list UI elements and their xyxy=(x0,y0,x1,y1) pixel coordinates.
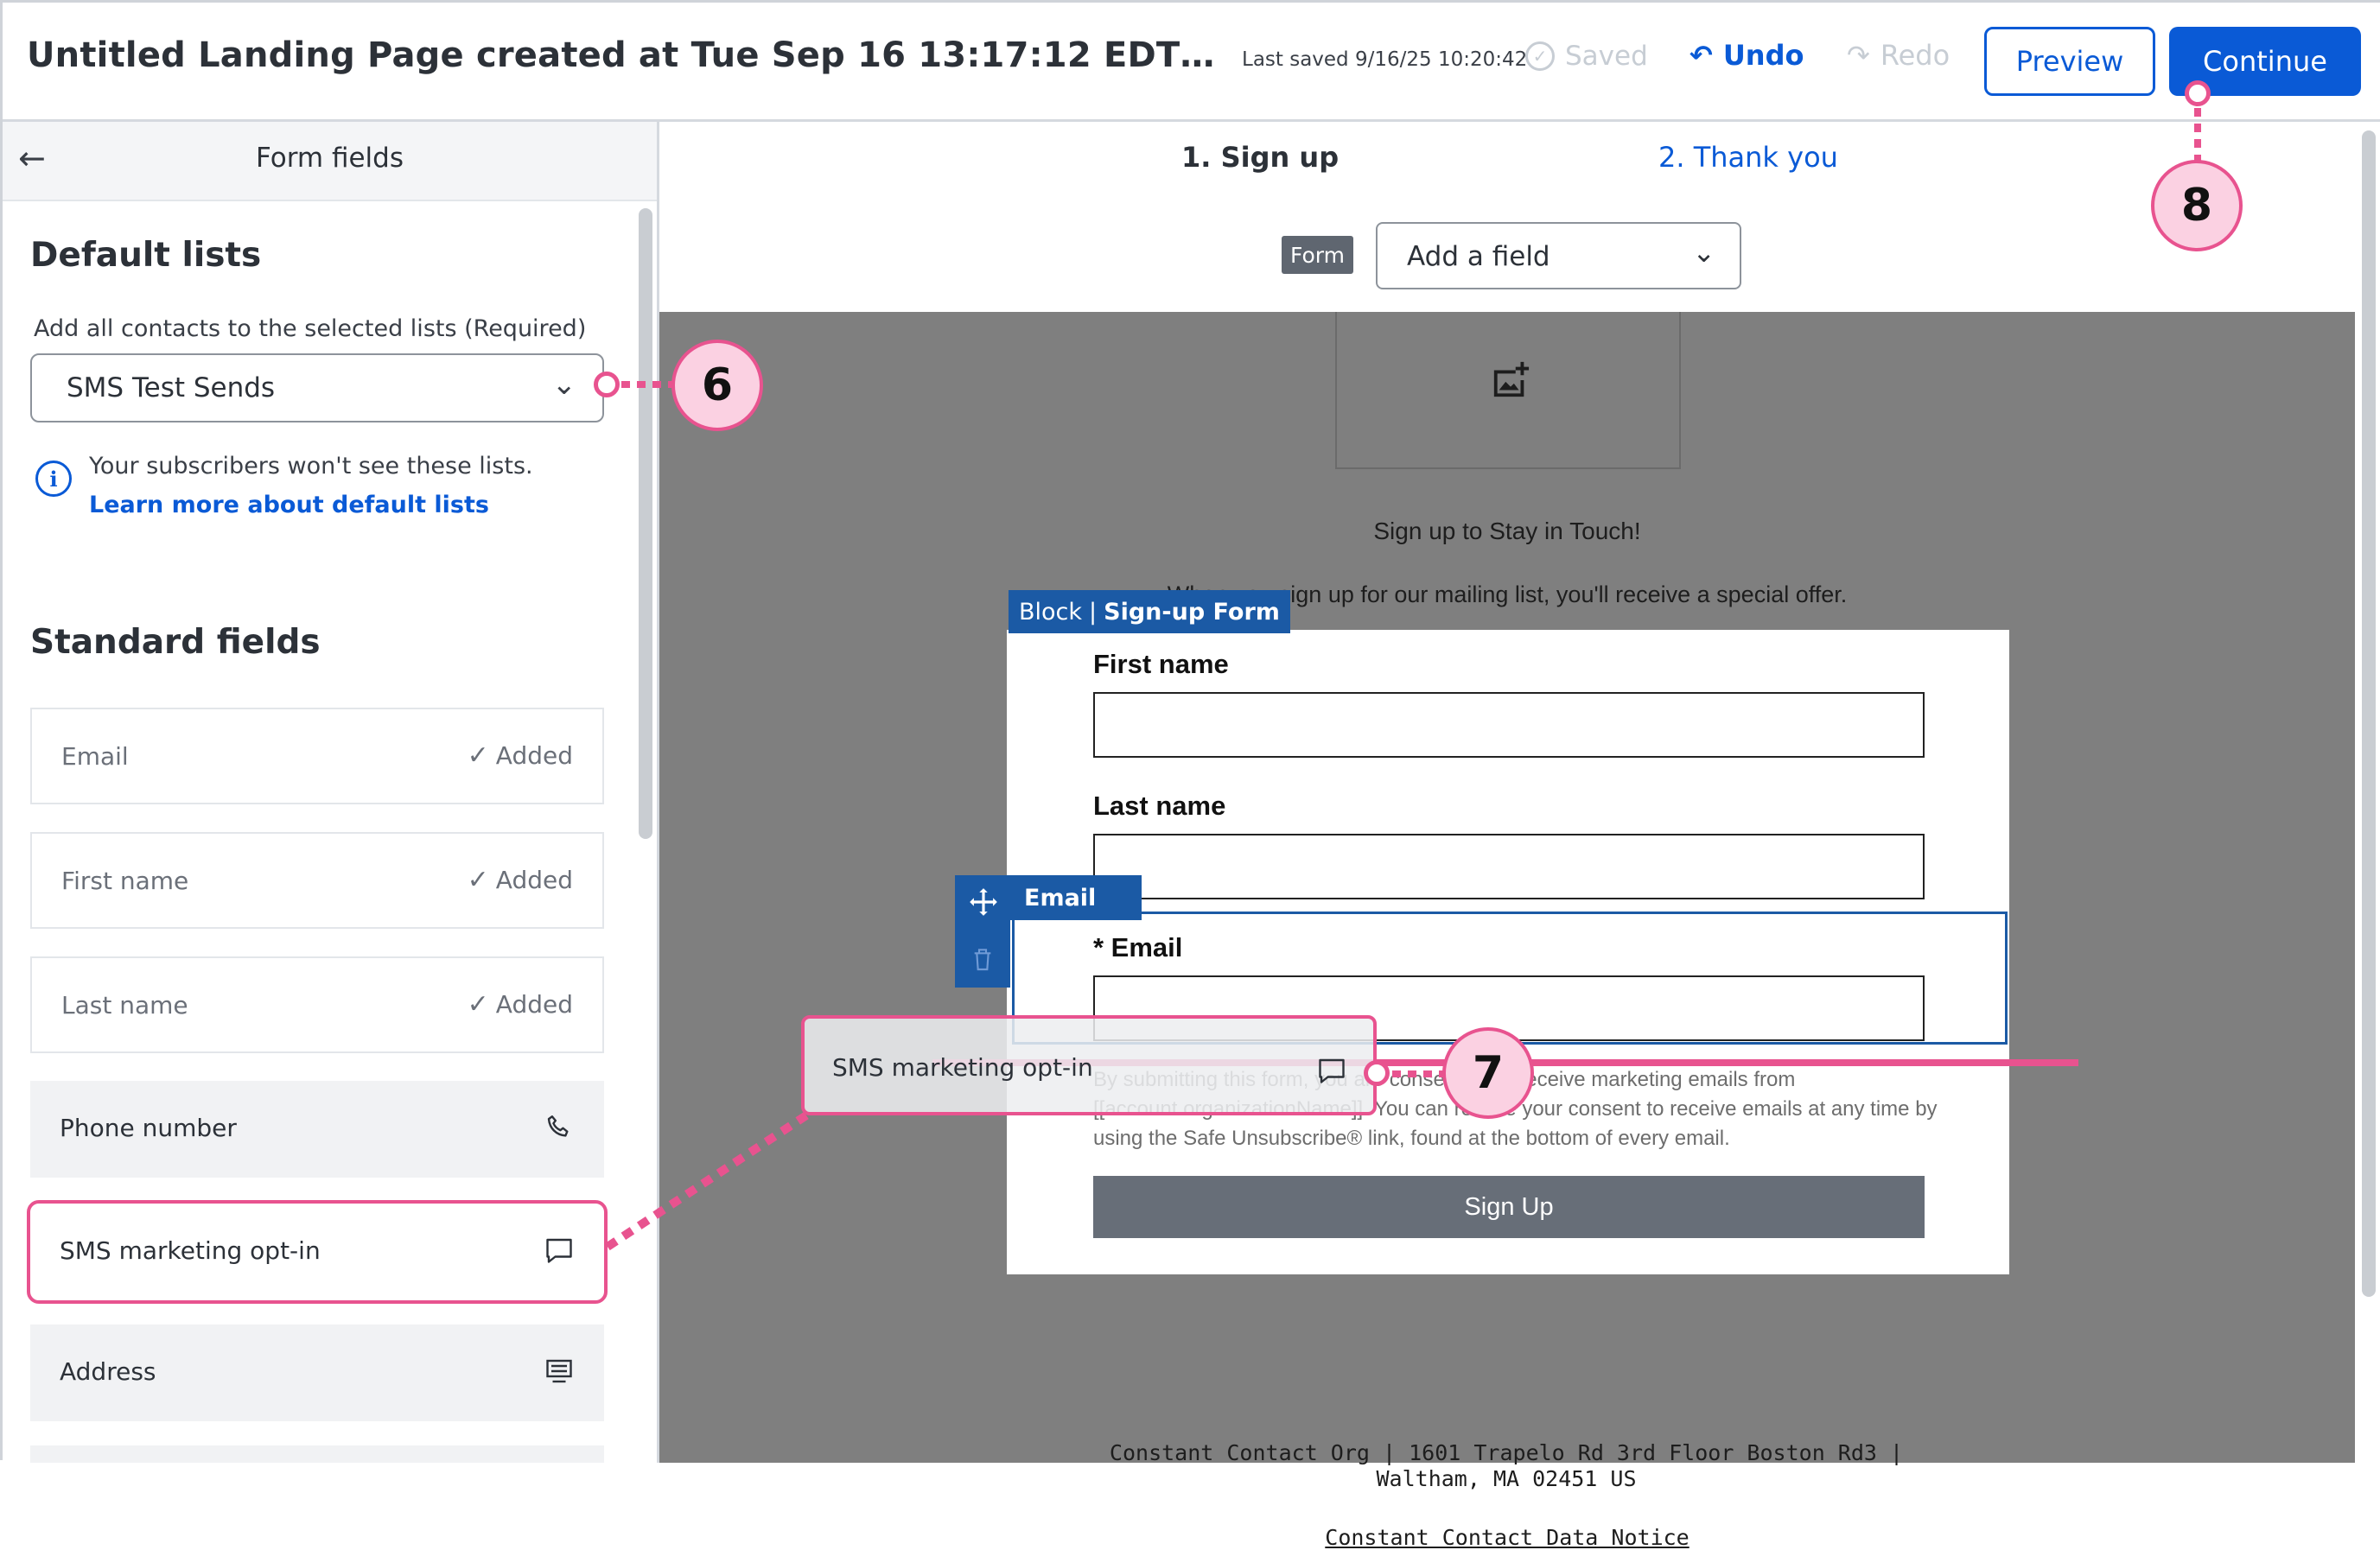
callout-7-connector xyxy=(1392,1070,1448,1077)
app-window: Untitled Landing Page created at Tue Sep… xyxy=(0,0,2380,1550)
annotation-connector xyxy=(605,1111,809,1251)
callout-7: 7 xyxy=(1442,1027,1534,1119)
callout-6: 6 xyxy=(671,340,763,431)
callout-8: 8 xyxy=(2151,160,2243,251)
callout-6-connector xyxy=(621,381,677,388)
callout-8-connector xyxy=(2194,108,2201,165)
callout-8-dot xyxy=(2185,80,2211,106)
callout-7-dot xyxy=(1364,1060,1390,1086)
callout-6-dot xyxy=(594,372,620,397)
data-notice-link[interactable]: Constant Contact Data Notice xyxy=(659,1525,2355,1550)
